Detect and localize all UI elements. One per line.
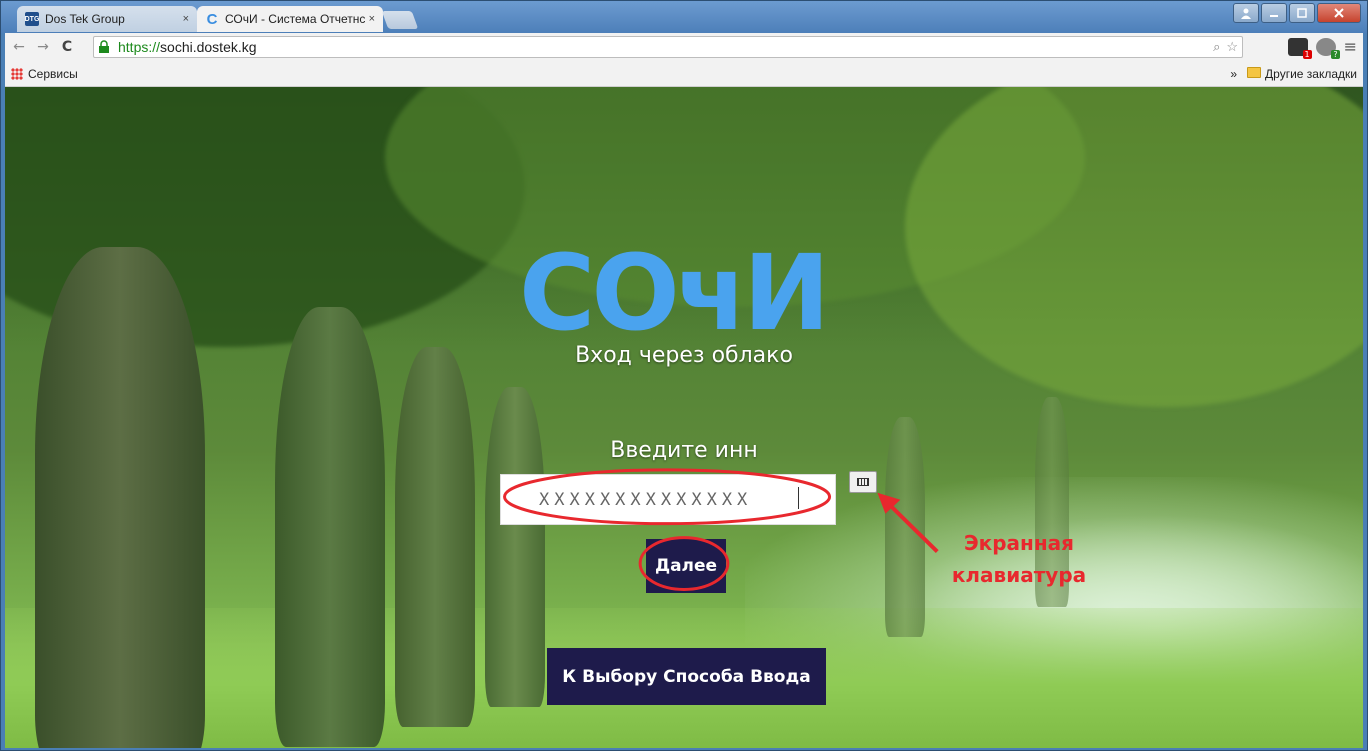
url-scheme: https:// xyxy=(118,39,161,55)
annotation-label: Экранная клавиатура xyxy=(939,527,1099,591)
background-tree-trunk xyxy=(395,347,475,727)
tab-dos-tek-group[interactable]: DTG Dos Tek Group × xyxy=(17,6,197,32)
extension-badge: 1 xyxy=(1302,49,1312,59)
reload-icon[interactable]: C xyxy=(57,39,77,55)
folder-icon xyxy=(1247,66,1262,78)
bookmark-apps-label: Сервисы xyxy=(28,66,78,81)
bookmark-apps[interactable]: Сервисы xyxy=(11,67,78,81)
maximize-icon[interactable] xyxy=(1289,3,1315,23)
keyboard-icon xyxy=(857,478,869,486)
background-tree-trunk xyxy=(275,307,385,747)
back-arrow-icon[interactable]: ← xyxy=(9,39,29,55)
annotation-line: клавиатура xyxy=(951,563,1087,587)
tab-sochi[interactable]: С СОчИ - Система Отчетнс × xyxy=(197,6,383,32)
inn-field[interactable] xyxy=(500,474,836,525)
background-tree-trunk xyxy=(485,387,545,707)
minimize-icon[interactable] xyxy=(1261,3,1287,23)
extension-badge: ? xyxy=(1331,49,1340,59)
annotation-line: Экранная xyxy=(963,531,1075,555)
page-subtitle: Вход через облако xyxy=(575,343,793,368)
close-window-icon[interactable] xyxy=(1317,3,1361,23)
tab-close-icon[interactable]: × xyxy=(369,13,375,25)
inn-input[interactable] xyxy=(501,475,835,524)
back-to-input-method-button[interactable]: К Выбору Способа Ввода xyxy=(547,648,826,705)
tab-label: Dos Tek Group xyxy=(45,12,125,26)
other-bookmarks[interactable]: Другие закладки xyxy=(1247,66,1357,81)
bookmark-star-icon[interactable]: ☆ xyxy=(1226,39,1238,55)
text-caret xyxy=(798,487,799,509)
extension-icon[interactable]: ? xyxy=(1315,37,1340,59)
new-tab-button[interactable] xyxy=(381,11,419,29)
background-tree-trunk xyxy=(35,247,205,748)
browser-toolbar: ← → C https://sochi.dostek.kg ⌕ ☆ 1 ? ≡ xyxy=(5,33,1363,61)
bookmarks-overflow-icon[interactable]: » xyxy=(1230,67,1237,81)
sochi-favicon-icon: С xyxy=(206,10,218,28)
tab-label: СОчИ - Система Отчетнс xyxy=(225,12,365,26)
next-button[interactable]: Далее xyxy=(646,539,726,593)
extension-icon[interactable]: 1 xyxy=(1287,37,1312,59)
address-bar[interactable]: https://sochi.dostek.kg ⌕ ☆ xyxy=(93,36,1243,58)
tab-strip: DTG Dos Tek Group × С СОчИ - Система Отч… xyxy=(1,1,1367,33)
window-controls xyxy=(1233,3,1361,25)
lock-icon xyxy=(98,40,114,54)
logo-text: СОчИ xyxy=(519,245,826,335)
page-content: СОчИ Вход через облако Введите инн Далее… xyxy=(5,87,1363,748)
user-profile-icon[interactable] xyxy=(1233,3,1259,23)
other-bookmarks-label: Другие закладки xyxy=(1265,66,1357,81)
extensions: 1 ? ≡ xyxy=(1287,37,1357,59)
forward-arrow-icon[interactable]: → xyxy=(33,39,53,55)
apps-grid-icon xyxy=(11,67,23,80)
sochi-logo: СОчИ xyxy=(519,245,830,335)
browser-window: DTG Dos Tek Group × С СОчИ - Система Отч… xyxy=(0,0,1368,751)
tab-close-icon[interactable]: × xyxy=(183,13,189,25)
zoom-icon[interactable]: ⌕ xyxy=(1213,39,1220,55)
onscreen-keyboard-button[interactable] xyxy=(849,471,877,493)
bookmarks-bar: Сервисы » Другие закладки xyxy=(5,61,1363,87)
url-host: sochi.dostek.kg xyxy=(160,39,257,55)
inn-prompt: Введите инн xyxy=(610,438,758,463)
hamburger-menu-icon[interactable]: ≡ xyxy=(1344,37,1357,56)
dtg-favicon-icon: DTG xyxy=(25,12,39,26)
